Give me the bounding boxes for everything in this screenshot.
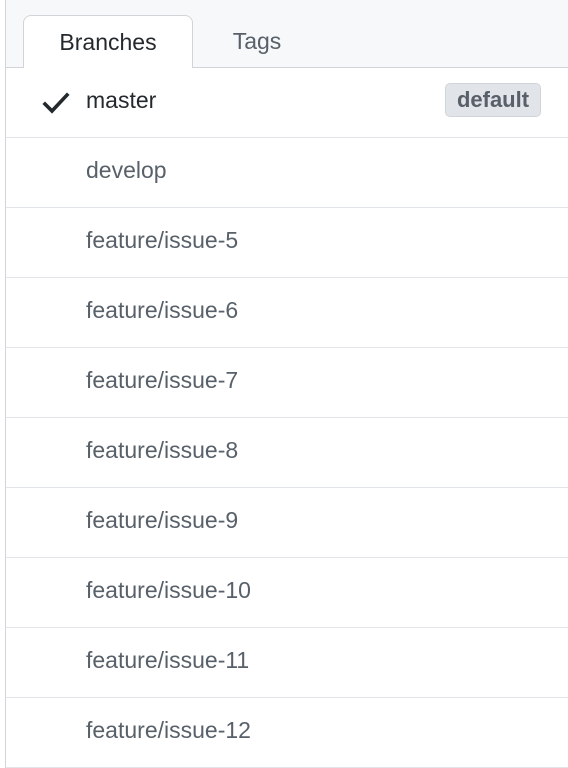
branch-selector-panel: Branches Tags master default develop fea… bbox=[5, 0, 568, 768]
tab-bar: Branches Tags bbox=[6, 0, 568, 68]
branch-item-feature-issue-7[interactable]: feature/issue-7 bbox=[6, 348, 568, 418]
branch-list: master default develop feature/issue-5 f… bbox=[6, 68, 568, 768]
branch-item-feature-issue-12[interactable]: feature/issue-12 bbox=[6, 698, 568, 768]
check-icon bbox=[42, 92, 70, 114]
branch-item-feature-issue-10[interactable]: feature/issue-10 bbox=[6, 558, 568, 628]
branch-name: develop bbox=[86, 157, 167, 183]
branch-item-feature-issue-9[interactable]: feature/issue-9 bbox=[6, 488, 568, 558]
branch-name: feature/issue-12 bbox=[86, 717, 251, 743]
branch-name: feature/issue-7 bbox=[86, 367, 239, 393]
branch-name: feature/issue-10 bbox=[86, 577, 251, 603]
branch-item-feature-issue-6[interactable]: feature/issue-6 bbox=[6, 278, 568, 348]
branch-name: feature/issue-6 bbox=[86, 297, 239, 323]
tab-tags[interactable]: Tags bbox=[202, 15, 312, 67]
default-badge: default bbox=[445, 83, 541, 117]
branch-item-develop[interactable]: develop bbox=[6, 138, 568, 208]
tab-branches[interactable]: Branches bbox=[23, 15, 193, 68]
branch-name: feature/issue-8 bbox=[86, 437, 239, 463]
branch-name: master bbox=[86, 87, 157, 113]
branch-name: feature/issue-5 bbox=[86, 227, 239, 253]
branch-item-master[interactable]: master default bbox=[6, 68, 568, 138]
branch-name: feature/issue-11 bbox=[86, 647, 250, 673]
branch-name: feature/issue-9 bbox=[86, 507, 239, 533]
branch-item-feature-issue-11[interactable]: feature/issue-11 bbox=[6, 628, 568, 698]
branch-item-feature-issue-8[interactable]: feature/issue-8 bbox=[6, 418, 568, 488]
branch-item-feature-issue-5[interactable]: feature/issue-5 bbox=[6, 208, 568, 278]
